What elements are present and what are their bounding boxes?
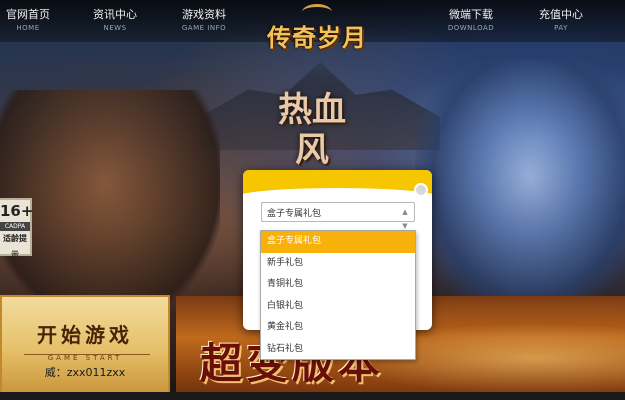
nav-label: 充值中心 bbox=[539, 8, 583, 21]
gift-dropdown-list: 盒子专属礼包 新手礼包 青铜礼包 白银礼包 黄金礼包 钻石礼包 bbox=[260, 230, 416, 360]
warrior-left-art bbox=[0, 90, 220, 320]
start-game-button[interactable]: 开始游戏 GAME START 威：zxx011zxx bbox=[0, 295, 170, 395]
nav-item-game-info[interactable]: 游戏资料 GAME INFO bbox=[164, 8, 244, 34]
start-game-title: 开始游戏 bbox=[37, 323, 133, 347]
nav-label: 微端下载 bbox=[449, 8, 493, 21]
logo-text: 传奇岁月 bbox=[267, 23, 367, 52]
nav-sublabel: GAME INFO bbox=[181, 24, 227, 32]
dropdown-option[interactable]: 白银礼包 bbox=[261, 296, 415, 318]
dropdown-option[interactable]: 钻石礼包 bbox=[261, 339, 415, 361]
nav-item-home[interactable]: 官网首页 HOME bbox=[0, 8, 68, 34]
cadpa-label: CADPA bbox=[0, 222, 30, 231]
nav-label: 资讯中心 bbox=[93, 8, 137, 21]
dropdown-option[interactable]: 新手礼包 bbox=[261, 253, 415, 275]
close-icon[interactable] bbox=[414, 183, 428, 197]
warrior-right-art bbox=[415, 60, 625, 320]
age-rating: 16+ bbox=[0, 202, 34, 220]
nav-sublabel: PAY bbox=[554, 24, 568, 32]
nav-item-pay[interactable]: 充值中心 PAY bbox=[521, 8, 601, 34]
dropdown-option[interactable]: 黄金礼包 bbox=[261, 317, 415, 339]
modal-header bbox=[243, 170, 432, 208]
chevron-updown-icon: ▲ ▼ bbox=[402, 208, 408, 230]
gift-select[interactable]: 盒子专属礼包 ▲ ▼ bbox=[261, 202, 415, 230]
nav-sublabel: DOWNLOAD bbox=[447, 24, 495, 32]
hero-title: 热血风 bbox=[278, 90, 346, 170]
divider bbox=[24, 354, 150, 355]
dragon-icon bbox=[302, 4, 332, 20]
dropdown-option[interactable]: 盒子专属礼包 bbox=[261, 231, 415, 253]
nav-label: 游戏资料 bbox=[182, 8, 226, 21]
nav-item-news[interactable]: 资讯中心 NEWS bbox=[75, 8, 155, 34]
gift-select-value: 盒子专属礼包 bbox=[267, 209, 322, 219]
bottom-bar bbox=[0, 392, 625, 400]
nav-sublabel: NEWS bbox=[103, 24, 127, 32]
start-game-subtitle: GAME START bbox=[47, 354, 123, 362]
nav-label: 官网首页 bbox=[6, 8, 50, 21]
dropdown-option[interactable]: 青铜礼包 bbox=[261, 274, 415, 296]
nav-sublabel: HOME bbox=[16, 24, 40, 32]
game-logo[interactable]: 传奇岁月 bbox=[262, 4, 372, 66]
contact-text: 威：zxx011zxx bbox=[44, 366, 126, 379]
age-tip: 适龄提示 bbox=[3, 234, 27, 259]
age-rating-badge: 16+ CADPA 适龄提示 bbox=[0, 198, 34, 259]
nav-item-download[interactable]: 微端下载 DOWNLOAD bbox=[431, 8, 511, 34]
